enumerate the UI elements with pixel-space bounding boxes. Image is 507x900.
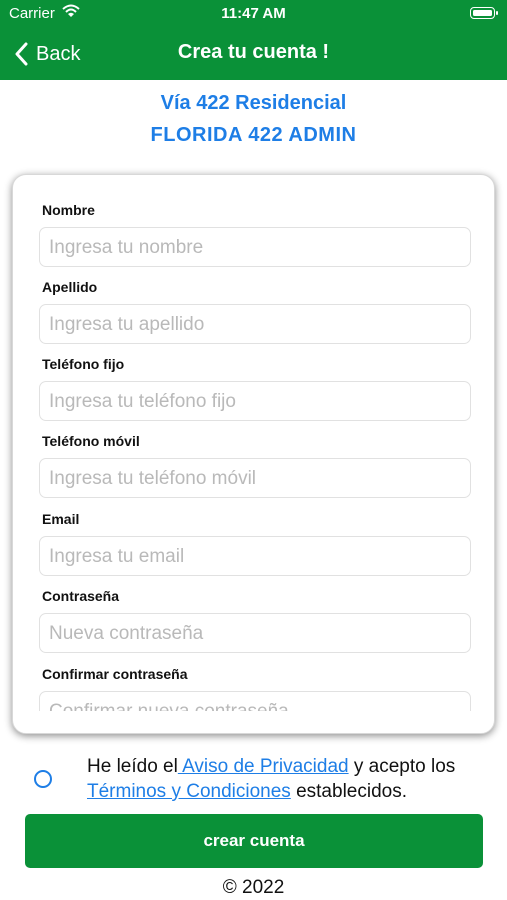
confirm-password-input[interactable]: Confirmar nueva contraseña — [39, 691, 471, 711]
mobile-phone-field: Teléfono móvil Ingresa tu teléfono móvil — [39, 432, 471, 498]
terms-middle: y acepto los — [348, 756, 456, 777]
accept-terms-radio[interactable] — [34, 770, 52, 788]
terms-acceptance: He leído el Aviso de Privacidad y acepto… — [0, 752, 507, 808]
terms-text: He leído el Aviso de Privacidad y acepto… — [87, 754, 497, 804]
battery-icon — [470, 7, 498, 19]
landline-field: Teléfono fijo Ingresa tu teléfono fijo — [39, 355, 471, 421]
page-title: Crea tu cuenta ! — [177, 41, 330, 63]
email-field: Email Ingresa tu email — [39, 510, 471, 576]
terms-conditions-link[interactable]: Términos y Condiciones — [87, 781, 291, 802]
confirm-password-label: Confirmar contraseña — [42, 666, 188, 682]
email-input[interactable]: Ingresa tu email — [39, 536, 471, 576]
landline-input[interactable]: Ingresa tu teléfono fijo — [39, 381, 471, 421]
organization-subtitle: FLORIDA 422 ADMIN — [150, 124, 357, 146]
create-account-button[interactable]: crear cuenta — [25, 814, 483, 868]
password-field: Contraseña Nueva contraseña — [39, 587, 471, 653]
first-name-input[interactable]: Ingresa tu nombre — [39, 227, 471, 267]
form-scroll-area[interactable]: Nombre Ingresa tu nombre Apellido Ingres… — [13, 175, 494, 711]
copyright: © 2022 — [222, 877, 285, 898]
confirm-password-field: Confirmar contraseña Confirmar nueva con… — [39, 665, 471, 711]
status-bar: Carrier 11:47 AM — [0, 0, 507, 28]
privacy-notice-link[interactable]: Aviso de Privacidad — [178, 756, 349, 777]
last-name-input[interactable]: Ingresa tu apellido — [39, 304, 471, 344]
mobile-phone-label: Teléfono móvil — [42, 433, 140, 449]
first-name-label: Nombre — [42, 202, 95, 218]
signup-form-card: Nombre Ingresa tu nombre Apellido Ingres… — [12, 174, 495, 734]
terms-suffix: establecidos. — [290, 781, 407, 802]
landline-label: Teléfono fijo — [42, 356, 125, 372]
terms-prefix: He leído el — [87, 756, 178, 777]
status-time: 11:47 AM — [221, 5, 286, 22]
navigation-bar: Back Crea tu cuenta ! — [0, 28, 507, 80]
password-label: Contraseña — [42, 588, 120, 604]
last-name-field: Apellido Ingresa tu apellido — [39, 278, 471, 344]
password-input[interactable]: Nueva contraseña — [39, 613, 471, 653]
mobile-phone-input[interactable]: Ingresa tu teléfono móvil — [39, 458, 471, 498]
last-name-label: Apellido — [42, 279, 98, 295]
first-name-field: Nombre Ingresa tu nombre — [39, 201, 471, 267]
organization-name: Vía 422 Residencial — [160, 92, 347, 114]
email-label: Email — [42, 511, 80, 527]
